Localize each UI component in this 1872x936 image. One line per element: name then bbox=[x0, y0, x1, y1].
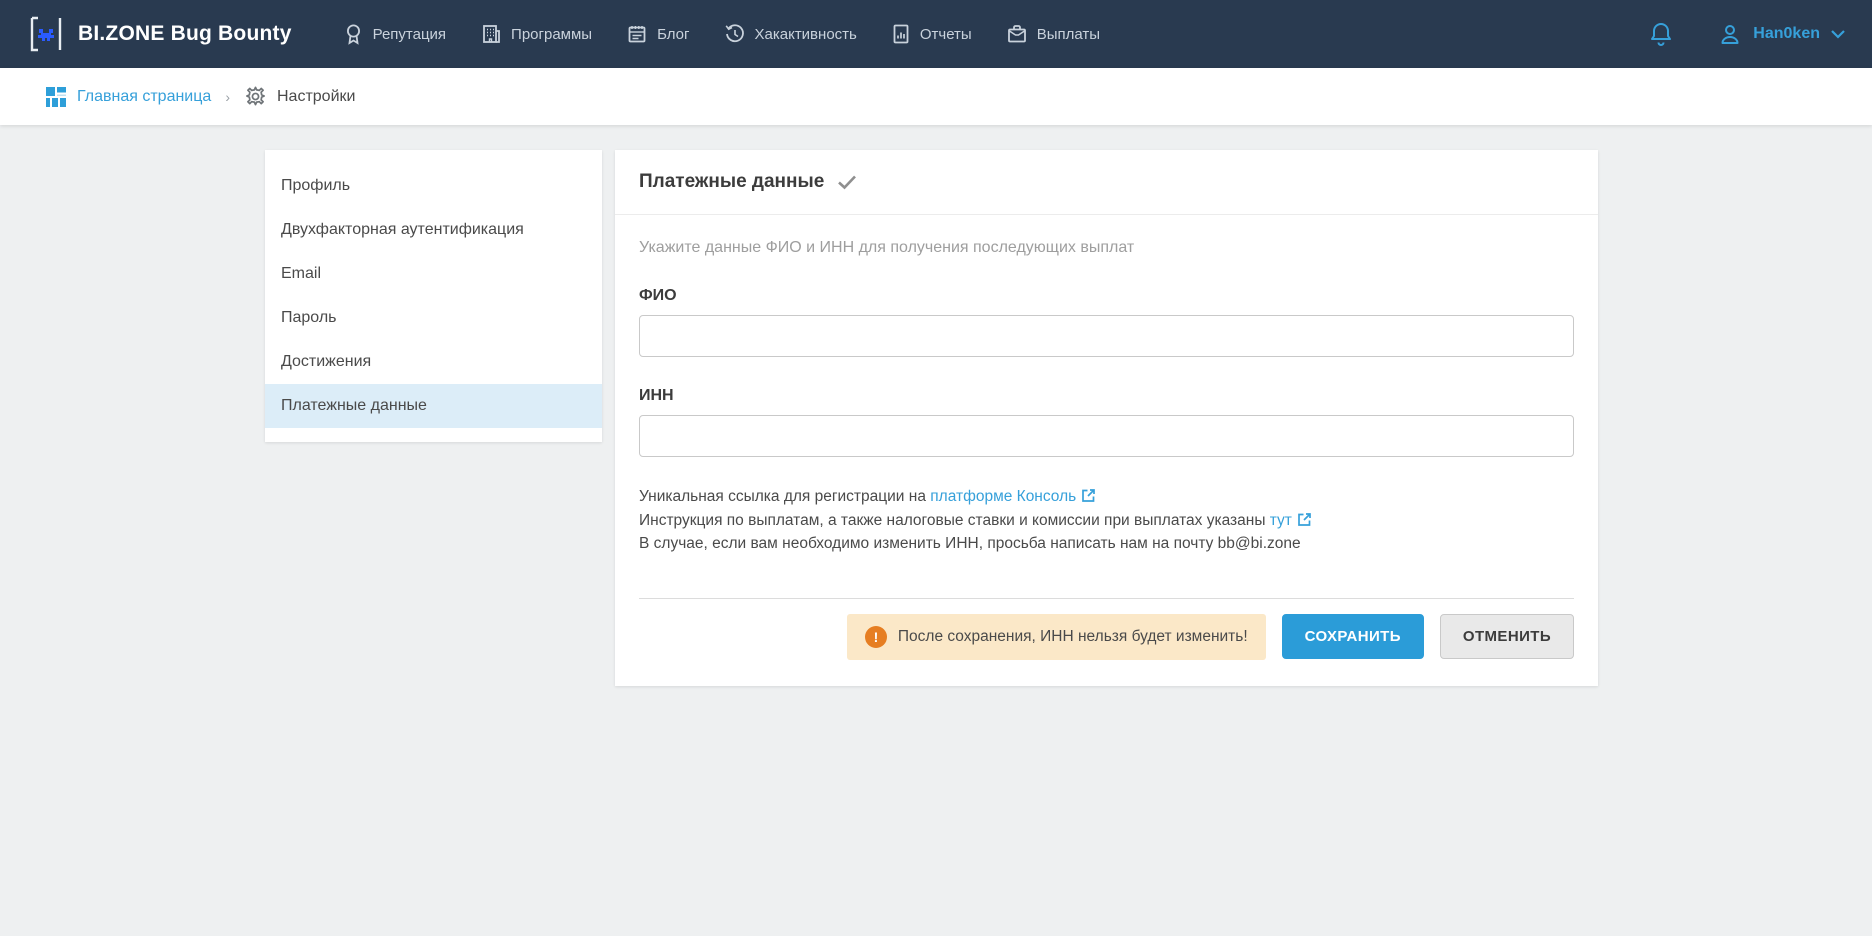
fio-label: ФИО bbox=[639, 287, 1574, 305]
panel-description: Укажите данные ФИО и ИНН для получения п… bbox=[639, 239, 1574, 257]
nav-item-label: Отчеты bbox=[920, 26, 972, 43]
inn-warning: ! После сохранения, ИНН нельзя будет изм… bbox=[847, 614, 1266, 660]
sidebar-item-email[interactable]: Email bbox=[265, 252, 602, 296]
main-nav: Репутация Программы Блог Хака bbox=[326, 0, 1117, 68]
payout-instructions-link[interactable]: тут bbox=[1270, 512, 1292, 529]
breadcrumb-current: Настройки bbox=[244, 85, 355, 108]
info-line-2: Инструкция по выплатам, а также налоговы… bbox=[639, 509, 1574, 533]
info-line-1-text: Уникальная ссылка для регистрации на bbox=[639, 488, 930, 505]
breadcrumb-current-label: Настройки bbox=[277, 88, 355, 106]
external-link-icon[interactable] bbox=[1081, 488, 1096, 503]
brand-text: BI.ZONE Bug Bounty bbox=[78, 22, 292, 46]
cancel-button[interactable]: ОТМЕНИТЬ bbox=[1440, 614, 1574, 659]
sidebar-item-2fa[interactable]: Двухфакторная аутентификация bbox=[265, 208, 602, 252]
settings-sidebar: Профиль Двухфакторная аутентификация Ema… bbox=[265, 150, 602, 442]
nav-item-reputation[interactable]: Репутация bbox=[326, 0, 463, 68]
nav-item-label: Выплаты bbox=[1037, 26, 1100, 43]
blog-icon bbox=[626, 23, 648, 45]
warning-text: После сохранения, ИНН нельзя будет измен… bbox=[898, 628, 1248, 646]
bell-icon[interactable] bbox=[1649, 21, 1673, 47]
inn-input[interactable] bbox=[639, 415, 1574, 457]
user-menu[interactable]: Han0ken bbox=[1717, 21, 1846, 47]
inn-label: ИНН bbox=[639, 387, 1574, 405]
sidebar-item-profile[interactable]: Профиль bbox=[265, 164, 602, 208]
user-name: Han0ken bbox=[1753, 25, 1820, 43]
payout-icon bbox=[1006, 23, 1028, 45]
panel-body: Укажите данные ФИО и ИНН для получения п… bbox=[615, 215, 1598, 686]
breadcrumb: Главная страница › Настройки bbox=[0, 68, 1872, 125]
settings-content: Профиль Двухфакторная аутентификация Ema… bbox=[265, 150, 1872, 686]
report-icon bbox=[891, 23, 911, 45]
warning-icon: ! bbox=[865, 626, 887, 648]
dashboard-icon bbox=[45, 86, 67, 108]
nav-item-label: Хакактивность bbox=[755, 26, 857, 43]
info-block: Уникальная ссылка для регистрации на пла… bbox=[639, 485, 1574, 556]
fio-input[interactable] bbox=[639, 315, 1574, 357]
sidebar-item-achievements[interactable]: Достижения bbox=[265, 340, 602, 384]
save-button[interactable]: СОХРАНИТЬ bbox=[1282, 614, 1424, 659]
building-icon bbox=[480, 23, 502, 45]
breadcrumb-home[interactable]: Главная страница bbox=[45, 86, 211, 108]
external-link-icon[interactable] bbox=[1297, 512, 1312, 527]
console-platform-link[interactable]: платформе Консоль bbox=[930, 488, 1076, 505]
breadcrumb-home-label: Главная страница bbox=[77, 88, 211, 106]
sidebar-item-password[interactable]: Пароль bbox=[265, 296, 602, 340]
check-icon bbox=[837, 174, 857, 190]
history-icon bbox=[724, 23, 746, 45]
nav-item-programs[interactable]: Программы bbox=[463, 0, 609, 68]
chevron-down-icon bbox=[1830, 29, 1846, 39]
nav-item-label: Блог bbox=[657, 26, 689, 43]
top-navbar: BI.ZONE Bug Bounty Репутация Программы Б… bbox=[0, 0, 1872, 68]
panel-header: Платежные данные bbox=[615, 150, 1598, 215]
nav-item-label: Репутация bbox=[373, 26, 446, 43]
nav-item-blog[interactable]: Блог bbox=[609, 0, 706, 68]
bizone-logo-icon bbox=[26, 14, 66, 54]
panel-title: Платежные данные bbox=[639, 171, 824, 193]
navbar-right: Han0ken bbox=[1649, 21, 1846, 47]
info-line-3: В случае, если вам необходимо изменить И… bbox=[639, 532, 1574, 556]
gear-icon bbox=[244, 85, 267, 108]
medal-icon bbox=[343, 23, 364, 46]
panel-footer: ! После сохранения, ИНН нельзя будет изм… bbox=[639, 599, 1574, 660]
sidebar-item-payment-data[interactable]: Платежные данные bbox=[265, 384, 602, 428]
info-line-1: Уникальная ссылка для регистрации на пла… bbox=[639, 485, 1574, 509]
nav-item-reports[interactable]: Отчеты bbox=[874, 0, 989, 68]
nav-item-hackactivity[interactable]: Хакактивность bbox=[707, 0, 874, 68]
brand-logo-link[interactable]: BI.ZONE Bug Bounty bbox=[26, 14, 292, 54]
nav-item-label: Программы bbox=[511, 26, 592, 43]
payment-data-panel: Платежные данные Укажите данные ФИО и ИН… bbox=[615, 150, 1598, 686]
nav-item-payouts[interactable]: Выплаты bbox=[989, 0, 1117, 68]
info-line-2-text: Инструкция по выплатам, а также налоговы… bbox=[639, 512, 1270, 529]
breadcrumb-separator: › bbox=[225, 89, 230, 105]
person-icon bbox=[1717, 21, 1743, 47]
